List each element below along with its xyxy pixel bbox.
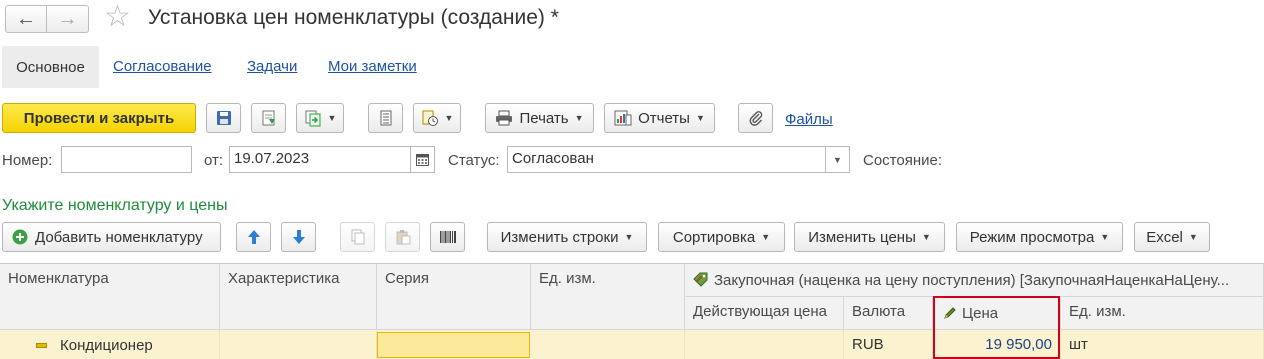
- date-label: от:: [204, 152, 224, 169]
- chevron-down-icon: ▼: [761, 232, 771, 242]
- column-header-series[interactable]: Серия: [377, 264, 531, 330]
- column-group-purchase-price-label: Закупочная (наценка на цену поступления)…: [714, 271, 1230, 289]
- add-circle-icon: [12, 229, 28, 245]
- copy-button[interactable]: [340, 222, 375, 252]
- item-marker-icon: [36, 342, 47, 348]
- cell-unit[interactable]: [531, 330, 685, 359]
- column-header-characteristic[interactable]: Характеристика: [220, 264, 377, 330]
- cell-currency[interactable]: RUB: [844, 330, 933, 359]
- paste-button[interactable]: [385, 222, 420, 252]
- arrow-down-icon: [292, 230, 305, 244]
- post-button[interactable]: [251, 103, 286, 133]
- cell-price-unit[interactable]: шт: [1061, 330, 1264, 359]
- calendar-button[interactable]: [410, 146, 435, 173]
- reports-button[interactable]: Отчеты ▼: [604, 103, 715, 133]
- change-prices-label: Изменить цены: [808, 228, 916, 246]
- chevron-down-icon: ▼: [695, 113, 705, 123]
- save-button[interactable]: [206, 103, 241, 133]
- view-mode-label: Режим просмотра: [969, 228, 1095, 246]
- column-header-price-unit[interactable]: Ед. изм.: [1061, 297, 1264, 330]
- sort-button[interactable]: Сортировка ▼: [658, 222, 785, 252]
- add-nomenclature-label: Добавить номенклатуру: [35, 228, 203, 246]
- create-based-on-icon: [305, 110, 321, 127]
- chevron-down-icon: ▼: [624, 232, 634, 242]
- change-rows-label: Изменить строки: [500, 228, 619, 246]
- status-label: Статус:: [448, 152, 500, 169]
- excel-label: Excel: [1146, 228, 1183, 246]
- price-tag-icon: [693, 272, 708, 287]
- forward-button[interactable]: →: [47, 5, 89, 33]
- printer-icon: [496, 110, 513, 126]
- change-rows-button[interactable]: Изменить строки ▼: [487, 222, 647, 252]
- cell-current-price[interactable]: [685, 330, 844, 359]
- create-based-on-button[interactable]: ▼: [296, 103, 344, 133]
- tab-approval[interactable]: Согласование: [113, 58, 212, 75]
- chevron-down-icon: ▼: [327, 113, 337, 123]
- chevron-down-icon: ▼: [921, 232, 931, 242]
- column-group-purchase-price[interactable]: Закупочная (наценка на цену поступления)…: [685, 264, 1264, 297]
- sort-label: Сортировка: [672, 228, 756, 246]
- number-label: Номер:: [2, 152, 53, 169]
- post-and-close-button[interactable]: Провести и закрыть: [2, 103, 196, 133]
- move-up-button[interactable]: [236, 222, 271, 252]
- post-and-close-label: Провести и закрыть: [23, 109, 175, 127]
- floppy-disk-icon: [216, 111, 231, 125]
- tab-my-notes[interactable]: Мои заметки: [328, 58, 417, 75]
- window-title: Установка цен номенклатуры (создание) *: [148, 6, 559, 29]
- state-label: Состояние:: [863, 152, 943, 169]
- prices-table[interactable]: Номенклатура Характеристика Серия Ед. из…: [0, 263, 1264, 359]
- report-chart-icon: [614, 110, 632, 126]
- number-input[interactable]: [61, 146, 192, 173]
- tab-tasks[interactable]: Задачи: [247, 58, 297, 75]
- excel-button[interactable]: Excel ▼: [1134, 222, 1210, 252]
- barcode-button[interactable]: [430, 222, 465, 252]
- column-header-current-price[interactable]: Действующая цена: [685, 297, 844, 330]
- arrow-right-icon: →: [57, 8, 78, 30]
- arrow-up-icon: [247, 230, 260, 244]
- status-select[interactable]: Согласован: [507, 146, 826, 173]
- tab-main[interactable]: Основное: [2, 46, 99, 88]
- back-button[interactable]: ←: [5, 5, 47, 33]
- cell-series[interactable]: [377, 332, 530, 358]
- view-mode-button[interactable]: Режим просмотра ▼: [956, 222, 1123, 252]
- status-dropdown-button[interactable]: ▼: [825, 146, 850, 173]
- reports-label: Отчеты: [638, 109, 690, 127]
- column-header-nomenclature[interactable]: Номенклатура: [0, 264, 220, 330]
- cell-characteristic[interactable]: [220, 330, 377, 359]
- add-nomenclature-button[interactable]: Добавить номенклатуру: [2, 222, 221, 252]
- files-link[interactable]: Файлы: [785, 111, 833, 128]
- list-icon: [380, 110, 391, 126]
- section-title: Укажите номенклатуру и цены: [2, 197, 228, 214]
- print-button[interactable]: Печать ▼: [485, 103, 594, 133]
- barcode-icon: [439, 231, 456, 243]
- column-header-unit[interactable]: Ед. изм.: [531, 264, 685, 330]
- chevron-down-icon: ▼: [574, 113, 584, 123]
- document-clock-icon: [422, 110, 438, 126]
- reminder-button[interactable]: ▼: [413, 103, 461, 133]
- chevron-down-icon: ▼: [1188, 232, 1198, 242]
- paste-icon: [396, 230, 410, 245]
- copy-icon: [351, 229, 364, 245]
- chevron-down-icon: ▼: [833, 154, 842, 165]
- cell-nomenclature[interactable]: Кондиционер: [0, 330, 220, 359]
- column-header-currency[interactable]: Валюта: [844, 297, 933, 330]
- arrow-left-icon: ←: [16, 8, 36, 30]
- chevron-down-icon: ▼: [444, 113, 454, 123]
- change-prices-button[interactable]: Изменить цены ▼: [794, 222, 945, 252]
- document-structure-button[interactable]: [368, 103, 403, 133]
- paperclip-icon: [749, 111, 762, 126]
- chevron-down-icon: ▼: [1100, 232, 1110, 242]
- calendar-icon: [416, 154, 429, 166]
- move-down-button[interactable]: [281, 222, 316, 252]
- post-document-icon: [262, 110, 275, 126]
- tab-main-label: Основное: [16, 58, 85, 76]
- star-icon[interactable]: ☆: [104, 2, 131, 32]
- date-input[interactable]: 19.07.2023: [229, 146, 411, 173]
- price-highlight-frame: [933, 296, 1060, 359]
- print-label: Печать: [519, 109, 569, 127]
- attach-button[interactable]: [738, 103, 773, 133]
- cell-nomenclature-text: Кондиционер: [60, 336, 153, 354]
